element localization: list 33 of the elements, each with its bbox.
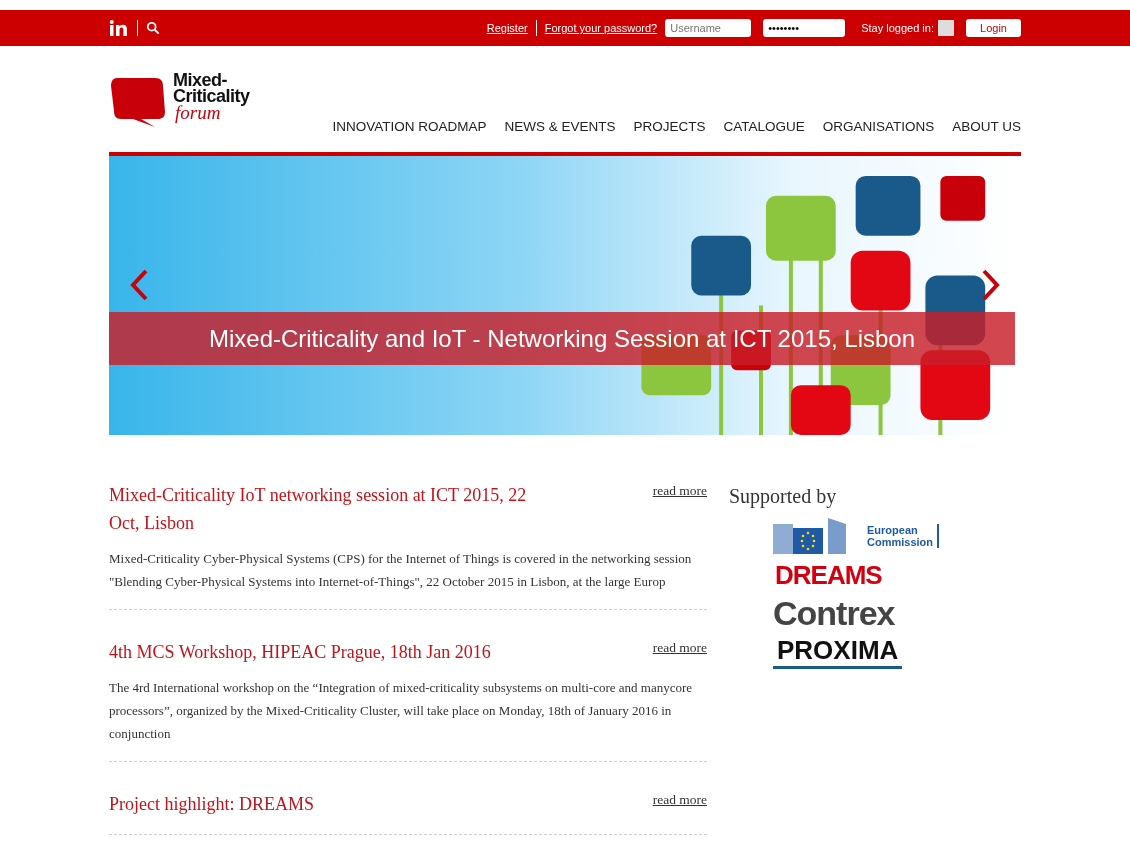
logo-text: Criticality xyxy=(173,88,250,104)
sponsor-logo-text: Commission xyxy=(867,536,933,548)
nav-link[interactable]: PROJECTS xyxy=(633,119,706,134)
stay-logged-in-label: Stay logged in: xyxy=(861,22,934,34)
logo-text: forum xyxy=(175,104,221,122)
news-summary: Mixed-Criticality Cyber-Physical Systems (CPS) for the Internet of Things is covered in the networking session "Blending Cyber-Physical Systems into Internet-of-Things", 22 October 2015 in Lisbon, at the large Europ xyxy=(109,550,693,591)
sponsor-logo-text: European xyxy=(867,524,919,536)
slide-caption: Mixed-Criticality and IoT - Networking Session at ICT 2015, Lisbon xyxy=(109,312,1015,365)
sponsor-logo-text[interactable]: Contrex xyxy=(773,595,939,631)
linkedin-icon[interactable] xyxy=(109,20,129,36)
nav-link[interactable]: NEWS & EVENTS xyxy=(504,119,616,134)
nav-link[interactable]: CATALOGUE xyxy=(723,119,805,134)
search-icon[interactable] xyxy=(146,21,160,35)
read-more-link[interactable]: read more xyxy=(652,483,707,499)
account-link[interactable]: Register xyxy=(486,22,528,34)
nav-link[interactable]: ORGANISATIONS xyxy=(822,119,935,134)
nav-link[interactable]: INNOVATION ROADMAP xyxy=(332,119,487,134)
login-button[interactable]: Login xyxy=(966,19,1021,37)
news-summary: The 4rd International workshop on the “Integration of mixed-criticality subsystems on multi-core and manycore processors”, organized by the Mixed-Criticality Cluster, will take place on Monday, 18th of January 2016 in conjunction xyxy=(109,679,694,743)
news-title[interactable]: 4th MCS Workshop, HIPEAC Prague, 18th Jan 2016 xyxy=(109,638,559,666)
password-field[interactable]: •••••••• xyxy=(763,19,846,37)
sponsor-logo-text[interactable]: PROXIMA xyxy=(773,635,903,669)
read-more-link[interactable]: read more xyxy=(652,792,707,808)
account-link[interactable]: Forgot your password? xyxy=(544,22,658,34)
logo-text: Mixed- xyxy=(173,72,227,88)
read-more-link[interactable]: read more xyxy=(652,640,707,656)
sidebar-heading: Supported by xyxy=(729,485,838,508)
username-field[interactable]: Username xyxy=(665,19,752,37)
stay-logged-in-checkbox[interactable] xyxy=(938,20,954,36)
nav-link[interactable]: ABOUT US xyxy=(952,119,1021,134)
news-title[interactable]: Mixed-Criticality IoT networking session at ICT 2015, 22 Oct, Lisbon xyxy=(109,481,559,537)
sponsor-logo-text[interactable]: DREAMS xyxy=(775,560,939,591)
news-title[interactable]: Project highlight: DREAMS xyxy=(109,790,559,818)
